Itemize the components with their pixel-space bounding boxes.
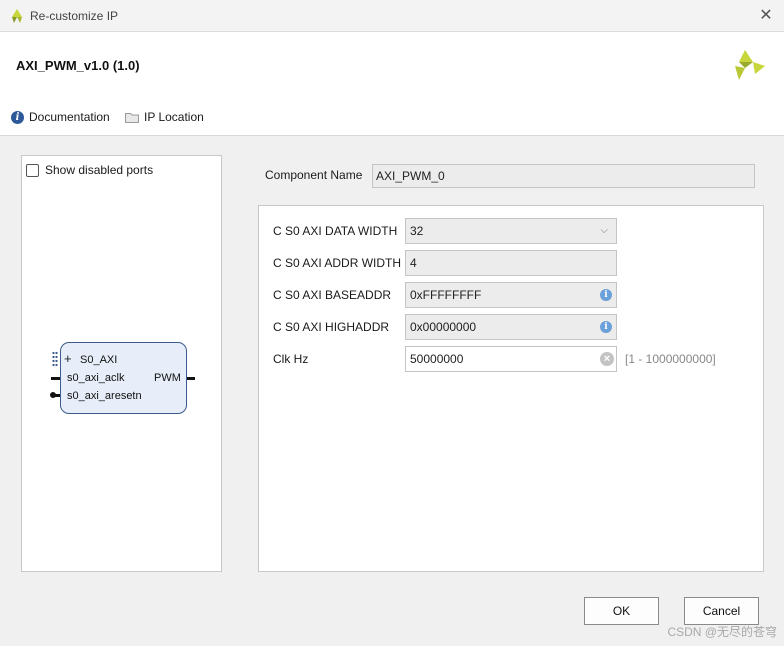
vivado-app-icon [12,9,22,23]
window-title: Re-customize IP [30,9,119,23]
toolbar: i Documentation IP Location [0,98,784,136]
highaddr-field: 0x00000000 i [405,314,617,340]
documentation-label: Documentation [29,110,110,124]
param-label: C S0 AXI HIGHADDR [273,320,390,334]
clear-icon[interactable]: × [600,352,614,366]
param-row-addr-width: C S0 AXI ADDR WIDTH 4 [259,250,765,276]
info-icon[interactable]: i [600,321,612,333]
configuration-area: Component Name AXI_PWM_0 C S0 AXI DATA W… [258,155,764,572]
component-name-field: AXI_PWM_0 [372,164,755,188]
baseaddr-value: 0xFFFFFFFF [410,288,482,302]
info-icon: i [11,110,24,124]
pwm-pin [187,377,195,380]
ip-block-body[interactable]: + S0_AXI s0_axi_aclk s0_axi_aresetn PWM [60,342,187,414]
port-s0-axi-aclk: s0_axi_aclk [67,372,125,384]
addr-width-field: 4 [405,250,617,276]
aresetn-pin [52,394,60,397]
dialog-body: Show disabled ports + S0_AXI s0_axi_aclk… [0,137,784,646]
data-width-value: 32 [410,224,424,238]
parameters-panel: C S0 AXI DATA WIDTH 32 ⌵ C S0 AXI ADDR W… [258,205,764,572]
param-label: C S0 AXI ADDR WIDTH [273,256,402,270]
show-disabled-ports-label: Show disabled ports [45,163,154,177]
clk-hz-range: [1 - 1000000000] [625,352,716,366]
aclk-pin [51,377,60,380]
expand-plus-icon[interactable]: + [64,351,72,366]
param-label: C S0 AXI BASEADDR [273,288,392,302]
documentation-menu[interactable]: i Documentation [11,109,110,125]
ip-symbol-panel: Show disabled ports + S0_AXI s0_axi_aclk… [21,155,222,572]
param-row-data-width: C S0 AXI DATA WIDTH 32 ⌵ [259,218,765,244]
dialog-header: AXI_PWM_v1.0 (1.0) [0,32,784,98]
clk-hz-value: 50000000 [410,352,464,366]
clk-hz-input[interactable]: 50000000 × [405,346,617,372]
bus-interface-handle[interactable] [52,351,58,367]
chevron-down-icon: ⌵ [600,225,608,236]
port-pwm: PWM [154,372,181,384]
ip-block-symbol: + S0_AXI s0_axi_aclk s0_axi_aresetn PWM [50,342,200,422]
title-bar: Re-customize IP ✕ [0,0,784,32]
folder-icon [125,112,139,123]
port-s0-axi: S0_AXI [80,354,118,366]
watermark: CSDN @无尽的苍穹 [667,625,777,639]
param-row-baseaddr: C S0 AXI BASEADDR 0xFFFFFFFF i [259,282,765,308]
show-disabled-ports-toggle[interactable]: Show disabled ports [26,163,153,177]
data-width-select[interactable]: 32 ⌵ [405,218,617,244]
port-s0-axi-aresetn: s0_axi_aresetn [67,390,142,402]
xilinx-logo [735,50,765,80]
param-label: C S0 AXI DATA WIDTH [273,224,398,238]
component-name-label: Component Name [265,168,363,182]
baseaddr-field: 0xFFFFFFFF i [405,282,617,308]
ip-title: AXI_PWM_v1.0 (1.0) [16,58,140,73]
param-label: Clk Hz [273,352,309,366]
cancel-button[interactable]: Cancel [684,597,759,625]
show-disabled-ports-checkbox[interactable] [26,163,39,177]
param-row-clk-hz: Clk Hz 50000000 × [1 - 1000000000] [259,346,765,372]
close-icon[interactable]: ✕ [756,6,776,26]
highaddr-value: 0x00000000 [410,320,477,334]
param-row-highaddr: C S0 AXI HIGHADDR 0x00000000 i [259,314,765,340]
ip-location-label: IP Location [144,110,204,124]
addr-width-value: 4 [410,256,417,270]
ip-location-button[interactable]: IP Location [125,109,204,125]
info-icon[interactable]: i [600,289,612,301]
ok-button[interactable]: OK [584,597,659,625]
